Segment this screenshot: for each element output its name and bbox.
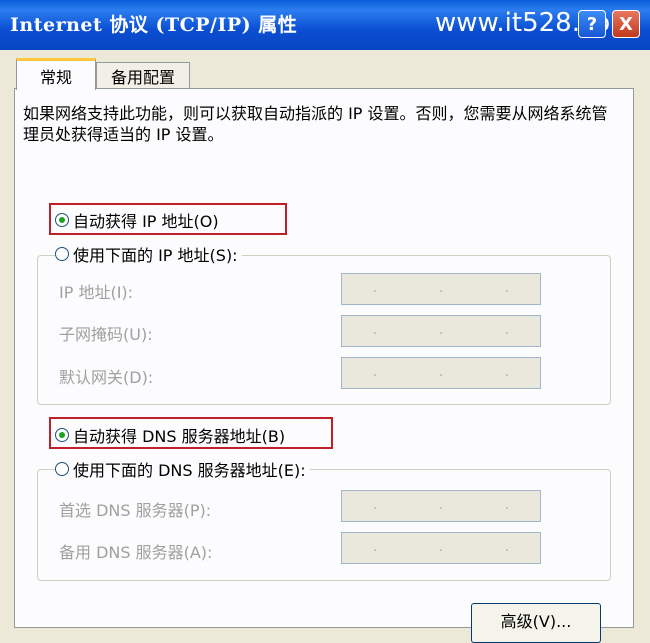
- radio-selected-dot: [59, 432, 65, 438]
- ip-address-field[interactable]: ...: [341, 273, 541, 305]
- general-panel: 如果网络支持此功能，则可以获取自动指派的 IP 设置。否则，您需要从网络系统管理…: [14, 88, 634, 643]
- title-bar: Internet 协议 (TCP/IP) 属性 www.it528.com ? …: [0, 0, 650, 50]
- default-gateway-label: 默认网关(D):: [59, 368, 154, 387]
- dns-auto-radio[interactable]: [55, 428, 69, 442]
- ip-auto-label: 自动获得 IP 地址(O): [73, 212, 219, 231]
- dns-manual-option[interactable]: 使用下面的 DNS 服务器地址(E):: [55, 457, 310, 481]
- subnet-mask-field[interactable]: ...: [341, 315, 541, 347]
- preferred-dns-label: 首选 DNS 服务器(P):: [59, 501, 212, 520]
- radio-selected-dot: [59, 217, 65, 223]
- ip-manual-radio[interactable]: [55, 247, 69, 261]
- dns-auto-label: 自动获得 DNS 服务器地址(B): [73, 427, 286, 446]
- window-title: Internet 协议 (TCP/IP) 属性: [10, 14, 298, 36]
- description-text: 如果网络支持此功能，则可以获取自动指派的 IP 设置。否则，您需要从网络系统管理…: [23, 104, 608, 144]
- ip-address-label: IP 地址(I):: [59, 283, 134, 302]
- close-button[interactable]: X: [612, 10, 640, 38]
- advanced-button[interactable]: 高级(V)...: [471, 603, 601, 643]
- tab-alternate-config[interactable]: 备用配置: [96, 62, 190, 88]
- ip-manual-option[interactable]: 使用下面的 IP 地址(S):: [55, 242, 242, 266]
- help-button[interactable]: ?: [578, 10, 606, 38]
- alternate-dns-field[interactable]: ...: [341, 532, 541, 564]
- ip-manual-label: 使用下面的 IP 地址(S):: [73, 246, 238, 265]
- dns-group-box: [37, 469, 611, 581]
- ip-auto-radio[interactable]: [55, 213, 69, 227]
- dns-auto-option[interactable]: 自动获得 DNS 服务器地址(B): [55, 423, 285, 447]
- tab-general[interactable]: 常规: [16, 58, 96, 90]
- ip-auto-option[interactable]: 自动获得 IP 地址(O): [55, 208, 219, 232]
- dns-manual-radio[interactable]: [55, 462, 69, 476]
- dns-manual-label: 使用下面的 DNS 服务器地址(E):: [73, 461, 306, 480]
- subnet-mask-label: 子网掩码(U):: [59, 325, 153, 344]
- default-gateway-field[interactable]: ...: [341, 357, 541, 389]
- alternate-dns-label: 备用 DNS 服务器(A):: [59, 543, 213, 562]
- preferred-dns-field[interactable]: ...: [341, 490, 541, 522]
